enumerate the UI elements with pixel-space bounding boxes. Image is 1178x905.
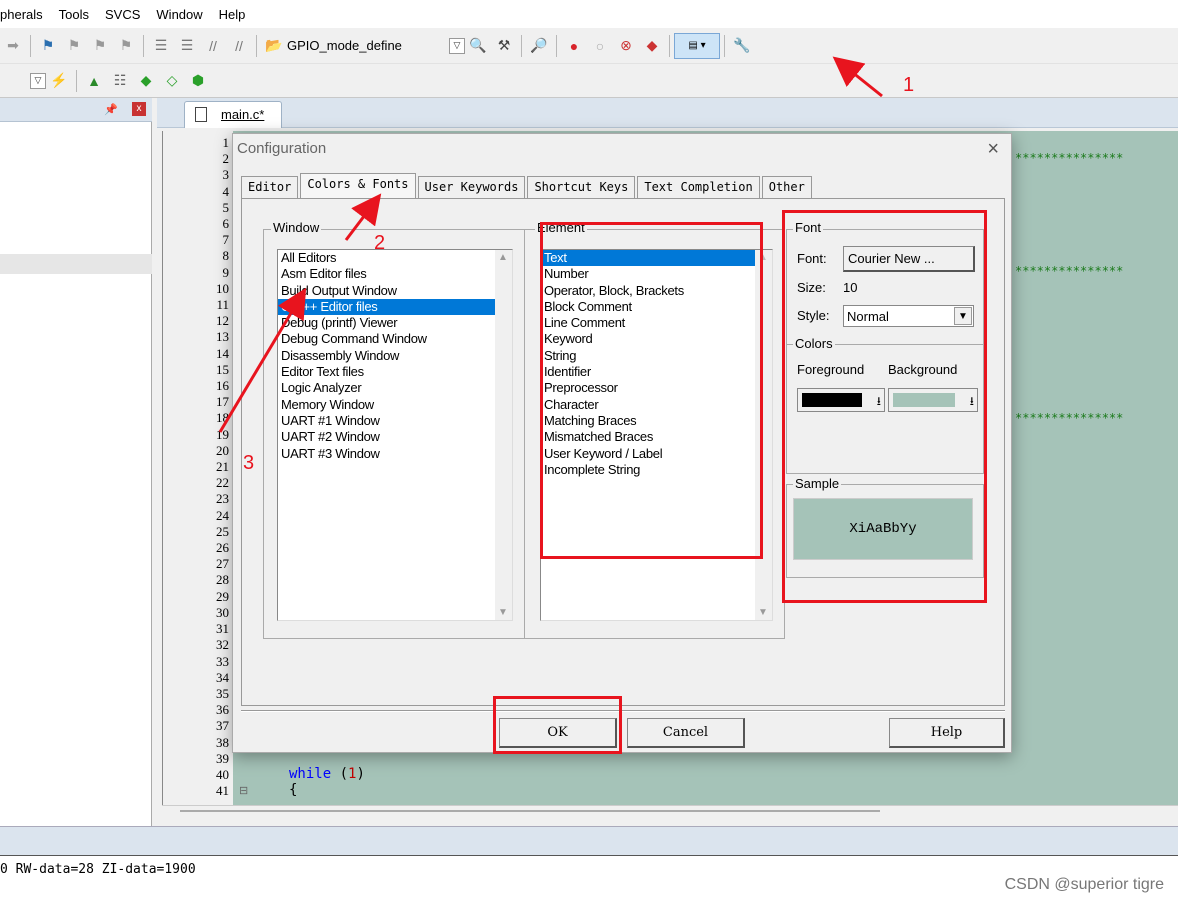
- arrow-1: [832, 56, 883, 98]
- annotation-label-2: 2: [374, 232, 386, 254]
- annotation-label-1: 1: [903, 74, 915, 96]
- arrow-3: [218, 287, 307, 433]
- arrow-2: [344, 193, 382, 241]
- annotation-arrows: [218, 56, 883, 433]
- annotation-label-3: 3: [243, 452, 255, 474]
